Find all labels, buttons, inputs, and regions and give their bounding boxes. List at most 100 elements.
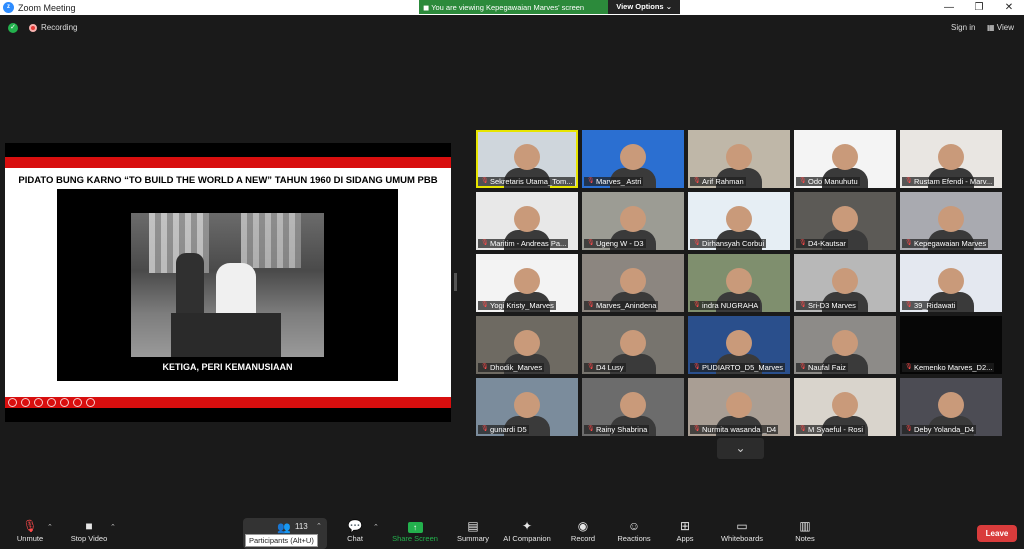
participant-tile[interactable]: 🎙 gunardi D5 (476, 378, 578, 436)
chevron-up-icon[interactable]: ⌃ (47, 523, 53, 531)
participant-tile[interactable]: 🎙 Odo Manuhutu (794, 130, 896, 188)
maximize-icon[interactable]: ❐ (964, 0, 994, 15)
viewing-message: ◼ You are viewing Kepegawaian Marves' sc… (423, 2, 585, 12)
record-button[interactable]: ◉ Record (569, 519, 597, 544)
participant-tile[interactable]: 🎙 Naufal Faiz (794, 316, 896, 374)
presenter-tools (8, 398, 95, 407)
participant-tile[interactable]: 🎙 Ugeng W - D3 (582, 192, 684, 250)
notes-button[interactable]: ▥ Notes (792, 519, 818, 544)
participant-name: 🎙 Arif Rahman (690, 177, 746, 186)
participant-face (832, 206, 858, 232)
participant-tile[interactable]: 🎙 Kepegawaian Marves (900, 192, 1002, 250)
participants-icon: 👥 (277, 522, 291, 534)
chat-button[interactable]: 💬 Chat (343, 519, 367, 544)
summary-button[interactable]: ▤ Summary (455, 519, 491, 544)
record-dot-icon (29, 23, 37, 32)
zoom-icon[interactable] (60, 398, 69, 407)
mic-muted-icon: 🎙 (799, 240, 807, 246)
prev-icon[interactable] (8, 398, 17, 407)
participant-tile[interactable]: 🎙 Dirhansyah Corbui (688, 192, 790, 250)
participant-tile[interactable]: 🎙 Marves_Anindena (582, 254, 684, 312)
participant-name: 🎙 Dirhansyah Corbui (690, 239, 767, 248)
participant-face (514, 206, 540, 232)
participant-face (726, 392, 752, 418)
share-screen-button[interactable]: ↑ Share Screen (391, 519, 439, 544)
participant-name: 🎙 Ugeng W - D3 (584, 239, 646, 248)
participant-tile[interactable]: 🎙 Marves_ Astri (582, 130, 684, 188)
chevron-up-icon[interactable]: ⌃ (373, 523, 379, 531)
participant-name: 🎙 Yogi Kristy_Marves (478, 301, 556, 310)
more-icon[interactable] (86, 398, 95, 407)
participant-face (514, 330, 540, 356)
sparkle-icon: ✦ (521, 519, 533, 533)
participant-face (620, 392, 646, 418)
leave-button[interactable]: Leave (977, 525, 1017, 542)
participant-tile[interactable]: 🎙 Dhodik_Marves (476, 316, 578, 374)
close-icon[interactable]: ✕ (994, 0, 1024, 15)
whiteboards-button[interactable]: ▭ Whiteboards (718, 519, 766, 544)
mic-muted-icon: 🎙 (587, 426, 595, 432)
participant-tile[interactable]: 🎙 Rainy Shabrina (582, 378, 684, 436)
participant-tile[interactable]: 🎙 D4 Lusy (582, 316, 684, 374)
recording-indicator[interactable]: Recording (29, 23, 77, 32)
grid-icon[interactable] (47, 398, 56, 407)
chevron-up-icon[interactable]: ⌃ (316, 522, 322, 530)
reactions-button[interactable]: ☺ Reactions (615, 519, 653, 544)
participant-name: 🎙 M Syaeful - Rosi (796, 425, 866, 434)
participant-name: 🎙 Sri-D3 Marves (796, 301, 858, 310)
mic-muted-icon: 🎙 (587, 302, 595, 308)
participant-tile[interactable]: 🎙 Rustam Efendi - Marv... (900, 130, 1002, 188)
historical-photo (131, 213, 324, 357)
view-button[interactable]: ▦ View (987, 23, 1014, 32)
participant-tile[interactable]: 🎙 Deby Yolanda_D4 (900, 378, 1002, 436)
mic-muted-icon: 🎙 (481, 178, 489, 184)
participant-tile[interactable]: 🎙 PUDIARTO_D5_Marves (688, 316, 790, 374)
participant-face (832, 330, 858, 356)
mic-muted-icon: 🎙 (905, 178, 913, 184)
participant-name: 🎙 D4 Lusy (584, 363, 626, 372)
participant-face (514, 392, 540, 418)
chevron-down-icon: ⌄ (665, 2, 672, 11)
participants-tooltip: Participants (Alt+U) (245, 534, 318, 547)
participant-tile[interactable]: 🎙 indra NUGRAHA (688, 254, 790, 312)
shared-screen[interactable]: PIDATO BUNG KARNO “TO BUILD THE WORLD A … (5, 143, 451, 422)
sign-in-button[interactable]: Sign in (951, 23, 975, 32)
participant-name: 🎙 Naufal Faiz (796, 363, 848, 372)
ai-companion-button[interactable]: ✦ AI Companion (503, 519, 551, 544)
mic-muted-icon: 🎙 (481, 240, 489, 246)
minimize-icon[interactable]: — (934, 0, 964, 15)
participants-button[interactable]: 👥 113 ⌃ Participants (Alt+U) (243, 518, 327, 549)
participant-tile[interactable]: 🎙 Maritim - Andreas Pa... (476, 192, 578, 250)
window-controls: — ❐ ✕ (934, 0, 1024, 15)
participant-name: 🎙 Rainy Shabrina (584, 425, 650, 434)
mic-muted-icon: 🎙 (799, 364, 807, 370)
security-shield-icon[interactable]: ✓ (8, 23, 18, 33)
participant-tile[interactable]: 🎙 Nurmita wasanda _D4 (688, 378, 790, 436)
subtitle-icon[interactable] (73, 398, 82, 407)
view-options-button[interactable]: View Options ⌄ (608, 0, 680, 14)
chevron-up-icon[interactable]: ⌃ (110, 523, 116, 531)
chevron-down-icon[interactable]: ⌄ (717, 438, 764, 459)
mic-muted-icon: 🎙 (905, 426, 913, 432)
participant-name: 🎙 Marves_ Astri (584, 177, 644, 186)
split-handle[interactable] (454, 273, 457, 291)
participant-tile[interactable]: 🎙 Kemenko Marves_D2... (900, 316, 1002, 374)
stop-video-button[interactable]: ■ Stop Video (68, 519, 110, 544)
participant-tile[interactable]: 🎙 Sekretaris Utama_Tom... (476, 130, 578, 188)
participant-face (832, 392, 858, 418)
participant-name: 🎙 PUDIARTO_D5_Marves (690, 363, 785, 372)
participant-tile[interactable]: 🎙 Yogi Kristy_Marves (476, 254, 578, 312)
apps-button[interactable]: ⊞ Apps (673, 519, 697, 544)
participant-tile[interactable]: 🎙 Arif Rahman (688, 130, 790, 188)
participant-tile[interactable]: 🎙 D4-Kautsar (794, 192, 896, 250)
participant-tile[interactable]: 🎙 Sri-D3 Marves (794, 254, 896, 312)
participant-face (620, 268, 646, 294)
pen-icon[interactable] (34, 398, 43, 407)
participant-tile[interactable]: 🎙 39_Ridawati (900, 254, 1002, 312)
participant-tile[interactable]: 🎙 M Syaeful - Rosi (794, 378, 896, 436)
notes-icon: ▥ (799, 519, 811, 533)
participant-face (938, 206, 964, 232)
next-icon[interactable] (21, 398, 30, 407)
unmute-button[interactable]: 🎙 Unmute (14, 519, 46, 544)
participant-face (832, 268, 858, 294)
